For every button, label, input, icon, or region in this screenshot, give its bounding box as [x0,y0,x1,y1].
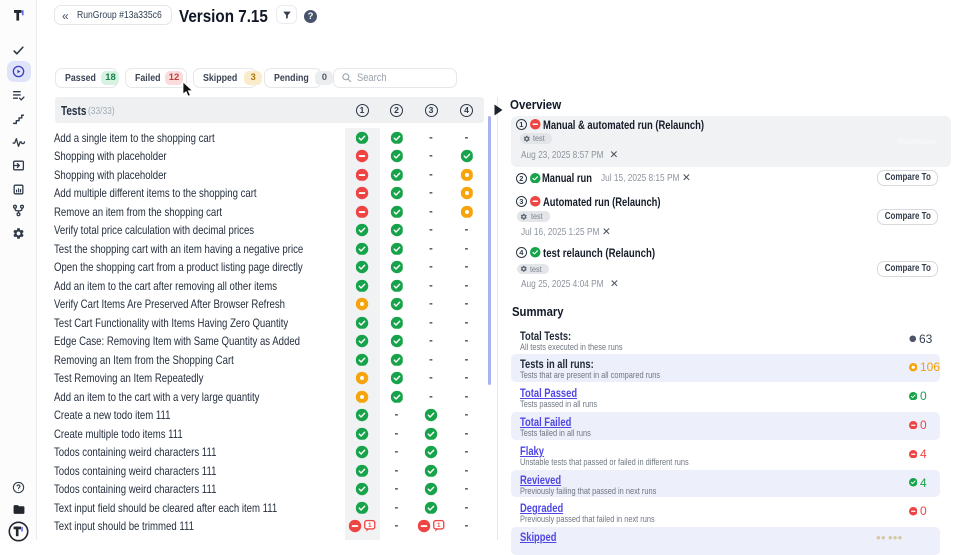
svg-text:1: 1 [437,522,441,529]
svg-text:1: 1 [368,522,372,529]
